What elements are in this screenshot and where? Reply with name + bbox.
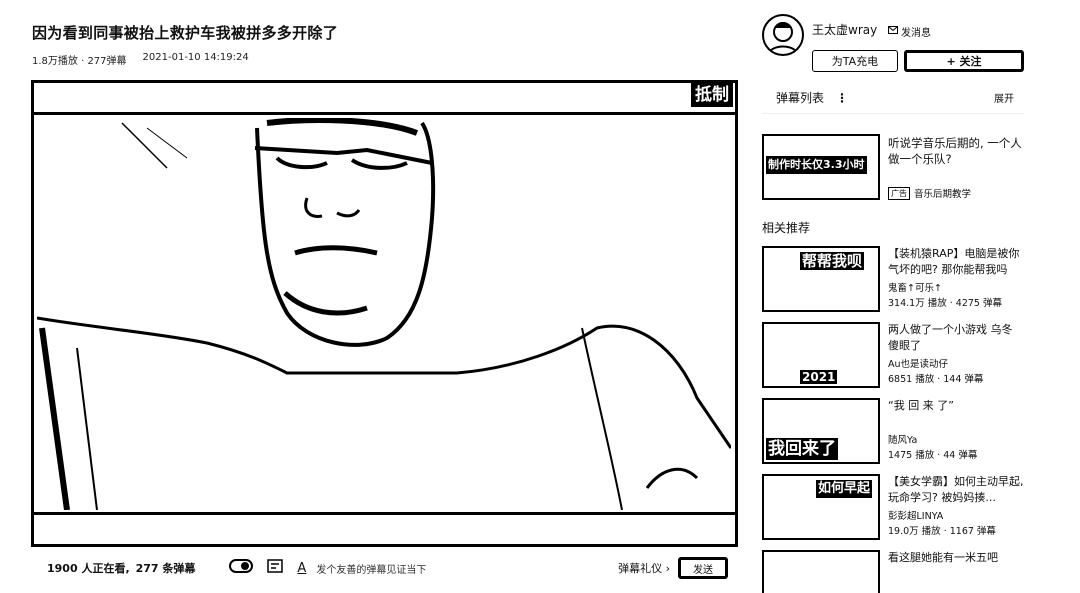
ad-title[interactable]: 听说学音乐后期的, 一个人做一个乐队? — [888, 135, 1024, 167]
message-icon — [888, 25, 898, 38]
thumbnail-text: 帮帮我呗 — [800, 252, 865, 270]
danmaku-control-bar: 1900 人正在看, 277 条弹幕 A 发个友善的弹幕见证当下 弹幕礼仪 › … — [31, 553, 738, 583]
related-video-author[interactable]: 鬼畜↑可乐↑ — [888, 280, 942, 294]
related-video-title[interactable]: 两人做了一个小游戏 乌冬 傻眼了 — [888, 322, 1026, 354]
ad-card[interactable]: 制作时长仅3.3小时 听说学音乐后期的, 一个人做一个乐队? 广告 音乐后期教学 — [762, 134, 1024, 200]
more-icon[interactable]: ⋮ — [836, 91, 848, 105]
danmaku-count: 277 条弹幕 — [135, 562, 196, 575]
related-video-author[interactable]: 彭彭超LINYA — [888, 508, 943, 522]
thumbnail-text: 2021 — [800, 370, 838, 384]
thumbnail-text: 我回来了 — [766, 438, 838, 460]
related-video-title[interactable]: “我 回 来 了” — [888, 398, 1026, 414]
danmaku-etiquette-link[interactable]: 弹幕礼仪 › — [618, 560, 670, 576]
related-video-title[interactable]: 看这腿她能有一米五吧 — [888, 550, 1024, 566]
video-thumbnail[interactable] — [762, 550, 880, 593]
viewer-count: 1900 人正在看, — [47, 562, 130, 575]
video-meta: 1.8万播放 · 277弹幕 2021-01-10 14:19:24 — [32, 52, 249, 67]
list-item[interactable]: 2021 两人做了一个小游戏 乌冬 傻眼了 Au也是读动仔 6851 播放 · … — [762, 322, 1024, 388]
video-frame-image — [37, 118, 731, 510]
send-danmaku-button[interactable]: 发送 — [678, 557, 728, 579]
font-style-icon[interactable]: A — [297, 561, 306, 576]
up-name[interactable]: 王太虚wray — [812, 21, 877, 38]
related-video-title[interactable]: 【装机猿RAP】电脑是被你气坏的吧? 那你能帮我吗 — [888, 246, 1026, 278]
video-thumbnail[interactable]: 2021 — [762, 322, 880, 388]
related-section-title: 相关推荐 — [762, 221, 811, 235]
send-message-label: 发消息 — [901, 28, 931, 39]
video-player[interactable]: 抵制 — [31, 80, 738, 547]
ad-thumbnail-text: 制作时长仅3.3小时 — [766, 156, 867, 174]
video-thumbnail[interactable]: 帮帮我呗 — [762, 246, 880, 312]
video-stats: 1.8万播放 · 277弹幕 — [32, 56, 127, 67]
video-title: 因为看到同事被抬上救护车我被拼多多开除了 — [32, 24, 339, 42]
danmaku-settings-icon[interactable] — [267, 559, 284, 577]
video-thumbnail[interactable]: 如何早起 — [762, 474, 880, 540]
follow-button[interactable]: + 关注 — [904, 50, 1024, 72]
avatar[interactable] — [762, 14, 804, 56]
thumbnail-text: 如何早起 — [816, 480, 873, 498]
related-video-author[interactable]: 随风Ya — [888, 432, 917, 446]
related-video-stats: 19.0万 播放 · 1167 弹幕 — [888, 526, 996, 537]
related-video-stats: 314.1万 播放 · 4275 弹幕 — [888, 298, 1002, 309]
list-item[interactable]: 如何早起 【美女学霸】如何主动早起, 玩命学习? 被妈妈揍... 彭彭超LINY… — [762, 474, 1024, 540]
danmaku-list-label: 弹幕列表 — [776, 91, 825, 105]
danmaku-toggle-icon[interactable] — [229, 559, 254, 577]
expand-danmaku-list-button[interactable]: 展开 — [994, 90, 1014, 105]
related-video-author[interactable]: Au也是读动仔 — [888, 356, 948, 370]
video-thumbnail[interactable]: 我回来了 — [762, 398, 880, 464]
player-top-bar: 抵制 — [34, 83, 735, 115]
list-item[interactable]: 看这腿她能有一米五吧 — [762, 550, 1024, 593]
list-item[interactable]: 帮帮我呗 【装机猿RAP】电脑是被你气坏的吧? 那你能帮我吗 鬼畜↑可乐↑ 31… — [762, 246, 1024, 312]
related-video-stats: 6851 播放 · 144 弹幕 — [888, 374, 984, 385]
charge-button[interactable]: 为TA充电 — [812, 50, 898, 72]
danmaku-list-bar[interactable]: 弹幕列表 ⋮ 展开 — [762, 82, 1024, 114]
player-bottom-bar — [34, 512, 735, 544]
video-frame[interactable] — [37, 118, 731, 510]
danmaku-input[interactable]: 发个友善的弹幕见证当下 — [316, 561, 618, 576]
list-item[interactable]: 我回来了 “我 回 来 了” 随风Ya 1475 播放 · 44 弹幕 — [762, 398, 1024, 464]
video-watermark: 抵制 — [691, 83, 733, 107]
ad-thumbnail[interactable]: 制作时长仅3.3小时 — [762, 134, 880, 200]
send-message-link[interactable]: 发消息 — [888, 24, 931, 39]
related-video-title[interactable]: 【美女学霸】如何主动早起, 玩命学习? 被妈妈揍... — [888, 474, 1026, 506]
ad-badge: 广告 — [888, 186, 910, 200]
video-date: 2021-01-10 14:19:24 — [142, 52, 249, 63]
related-video-stats: 1475 播放 · 44 弹幕 — [888, 450, 978, 461]
ad-source-name[interactable]: 音乐后期教学 — [914, 186, 971, 200]
ad-source: 广告 音乐后期教学 — [888, 186, 971, 200]
